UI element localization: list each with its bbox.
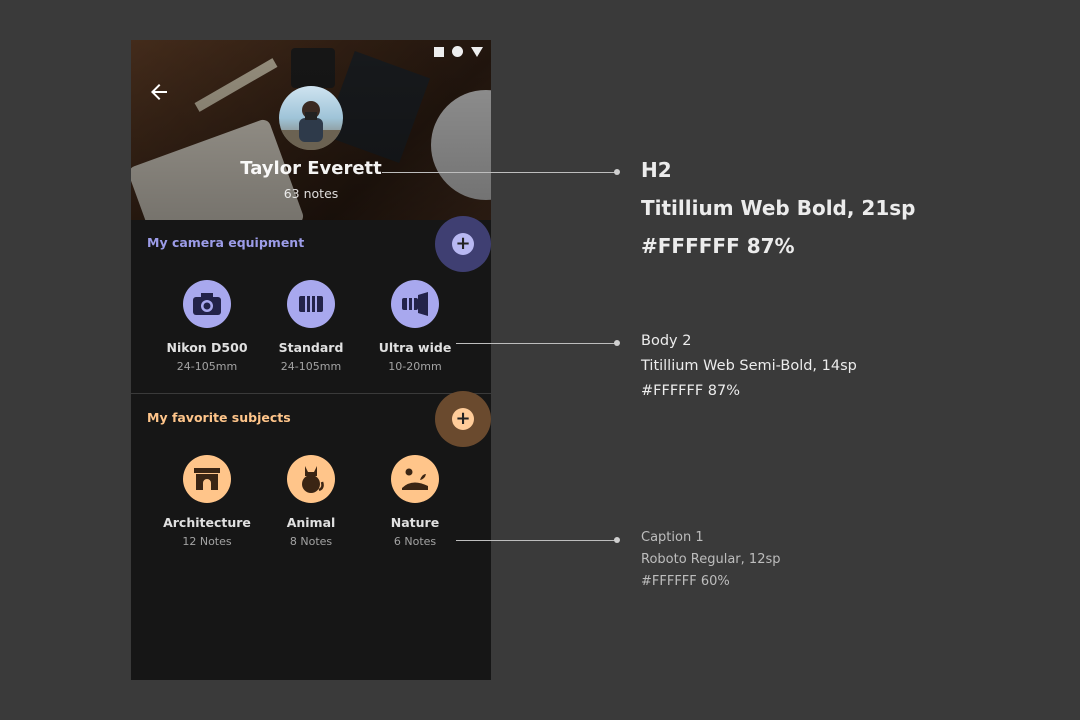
- body2-spec-font: Titillium Web Semi-Bold, 14sp: [641, 358, 857, 374]
- add-equipment-button[interactable]: +: [435, 216, 491, 272]
- equipment-section-title: My camera equipment: [147, 235, 305, 250]
- caption-callout-line: [456, 540, 618, 541]
- caption-spec-font: Roboto Regular, 12sp: [641, 552, 781, 567]
- h2-spec-title: H2: [641, 158, 672, 182]
- avatar[interactable]: [279, 86, 343, 150]
- wide-lens-icon: [391, 280, 439, 328]
- triangle-icon: [471, 46, 483, 57]
- camera-icon: [183, 280, 231, 328]
- circle-icon: [452, 46, 463, 57]
- arch-icon: [183, 455, 231, 503]
- subject-item[interactable]: Architecture 12 Notes: [155, 455, 259, 548]
- equipment-label: Nikon D500: [166, 340, 248, 355]
- body2-spec: Body 2 Titillium Web Semi-Bold, 14sp #FF…: [641, 333, 857, 399]
- subject-sub: 6 Notes: [393, 535, 437, 548]
- section-divider: [131, 393, 491, 394]
- subject-label: Animal: [286, 515, 336, 530]
- equipment-item[interactable]: Standard 24-105mm: [259, 280, 363, 373]
- equipment-sub: 24-105mm: [176, 360, 238, 373]
- square-icon: [434, 46, 444, 57]
- plus-icon: +: [452, 233, 474, 255]
- body2-callout-line: [456, 343, 618, 344]
- nature-icon: [391, 455, 439, 503]
- body2-spec-title: Body 2: [641, 333, 692, 349]
- caption-spec-color: #FFFFFF 60%: [641, 574, 730, 589]
- body2-callout-dot: [614, 340, 620, 346]
- plus-icon: +: [452, 408, 474, 430]
- profile-name: Taylor Everett: [240, 158, 382, 179]
- phone-screen: Taylor Everett 63 notes My camera equipm…: [131, 40, 491, 680]
- caption-spec-title: Caption 1: [641, 530, 704, 545]
- equipment-item[interactable]: Ultra wide 10-20mm: [363, 280, 467, 373]
- equipment-item[interactable]: Nikon D500 24-105mm: [155, 280, 259, 373]
- subject-label: Nature: [390, 515, 440, 530]
- h2-spec-font: Titillium Web Bold, 21sp: [641, 196, 916, 220]
- h2-spec-color: #FFFFFF 87%: [641, 234, 795, 258]
- subjects-section-title: My favorite subjects: [147, 410, 291, 425]
- body2-spec-color: #FFFFFF 87%: [641, 383, 741, 399]
- subject-item[interactable]: Animal 8 Notes: [259, 455, 363, 548]
- equipment-label: Ultra wide: [378, 340, 452, 355]
- lens-icon: [287, 280, 335, 328]
- profile-notes-count: 63 notes: [283, 186, 339, 201]
- equipment-sub: 24-105mm: [280, 360, 342, 373]
- subject-label: Architecture: [163, 515, 251, 530]
- add-subject-button[interactable]: +: [435, 391, 491, 447]
- caption-spec: Caption 1 Roboto Regular, 12sp #FFFFFF 6…: [641, 530, 780, 589]
- equipment-sub: 10-20mm: [388, 360, 442, 373]
- h2-callout-line: [382, 172, 618, 173]
- cat-icon: [287, 455, 335, 503]
- back-arrow-icon[interactable]: [147, 80, 171, 104]
- h2-callout-dot: [614, 169, 620, 175]
- profile-header: Taylor Everett 63 notes: [131, 40, 491, 220]
- caption-callout-dot: [614, 537, 620, 543]
- subject-sub: 12 Notes: [182, 535, 232, 548]
- equipment-label: Standard: [278, 340, 344, 355]
- status-bar: [434, 46, 483, 57]
- h2-spec: H2 Titillium Web Bold, 21sp #FFFFFF 87%: [641, 158, 915, 258]
- subject-sub: 8 Notes: [289, 535, 333, 548]
- subject-item[interactable]: Nature 6 Notes: [363, 455, 467, 548]
